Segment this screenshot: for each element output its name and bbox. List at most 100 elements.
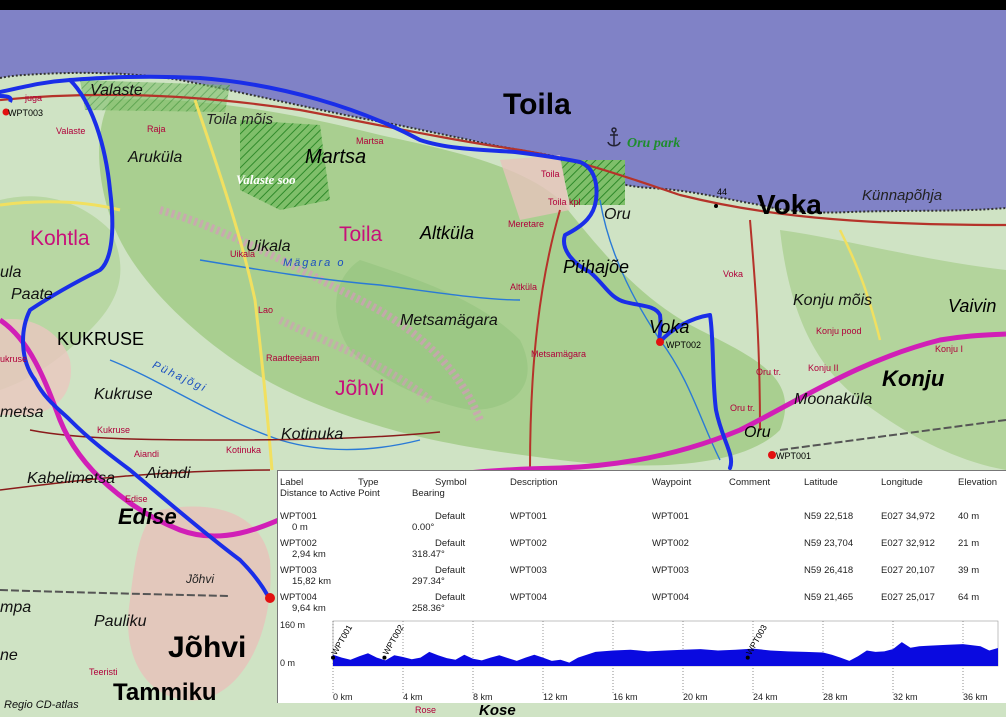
- cell-longitude: E027 20,107: [881, 565, 935, 576]
- waypoint-marker-wpt001: [768, 451, 776, 459]
- map-label-martsa-small: Martsa: [356, 136, 384, 146]
- point-marker: [714, 204, 718, 208]
- map-label-ahtme: ne: [0, 647, 18, 664]
- profile-y-label-top: 160 m: [280, 620, 305, 630]
- map-label-puhajoe: Pühajõe: [563, 257, 630, 277]
- cell-latitude: N59 23,704: [804, 538, 854, 549]
- cell-label: WPT002: [280, 538, 317, 549]
- col-header-latitude[interactable]: Latitude: [804, 477, 838, 488]
- cell-waypoint: WPT002: [652, 538, 689, 549]
- map-label-wpt001: WPT001: [776, 451, 812, 461]
- col-header-description[interactable]: Description: [510, 477, 558, 488]
- profile-x-tick-label: 16 km: [613, 692, 638, 702]
- map-label-konju-ii: Konju II: [808, 363, 839, 373]
- map-label-konju-i: Konju I: [935, 344, 964, 354]
- map-label-oru-south: Oru: [744, 424, 771, 441]
- map-label-paate: Paate: [11, 286, 53, 303]
- cell-longitude: E027 34,972: [881, 511, 935, 522]
- cell-label: WPT001: [280, 511, 317, 522]
- cell-waypoint: WPT003: [652, 565, 689, 576]
- window-top-bar: [0, 0, 1006, 10]
- map-label-kotinuka: Kotinuka: [281, 426, 344, 443]
- map-label-kukruse-small-2: Kukruse: [97, 425, 131, 435]
- map-label-toila-small: Toila: [541, 169, 560, 179]
- map-label-mpa: mpa: [0, 599, 32, 616]
- map-label-altkula-small: Altküla: [510, 282, 538, 292]
- col-header-type[interactable]: Type: [358, 477, 379, 488]
- map-label-aiandi: Aiandi: [146, 465, 191, 482]
- cell-elevation: 40 m: [958, 511, 980, 522]
- col-header-longitude[interactable]: Longitude: [881, 477, 923, 488]
- map-label-oru: Oru: [604, 206, 631, 223]
- map-label-tammiku: Tammiku: [113, 679, 217, 706]
- map-label-kunnapohja: Künnapõhja: [862, 187, 943, 204]
- profile-x-tick-label: 32 km: [893, 692, 918, 702]
- cell-elevation: 21 m: [958, 538, 980, 549]
- map-label-juga: juga: [25, 93, 43, 103]
- profile-x-tick-label: 8 km: [473, 692, 493, 702]
- cell-latitude: N59 22,518: [804, 511, 854, 522]
- col-header-distance[interactable]: Distance to Active Point: [280, 488, 380, 499]
- cell-bearing: 0.00°: [412, 522, 435, 533]
- cell-description: WPT002: [510, 538, 547, 549]
- cell-distance: 0 m: [292, 522, 308, 533]
- map-label-vaivina: Vaivin: [948, 296, 997, 316]
- col-header-bearing[interactable]: Bearing: [412, 488, 445, 499]
- col-header-comment[interactable]: Comment: [729, 477, 770, 488]
- map-label-oru-tr2: Oru tr.: [730, 403, 756, 413]
- map-label-metsamagara: Metsamägara: [400, 312, 498, 329]
- map-label-elev-44: 44: [717, 187, 728, 197]
- col-header-elevation[interactable]: Elevation: [958, 477, 997, 488]
- cell-description: WPT004: [510, 592, 547, 603]
- map-label-johvi: Jõhvi: [168, 631, 247, 664]
- map-label-raja: Raja: [147, 124, 166, 134]
- map-label-oru-tr1: Oru tr.: [756, 367, 782, 377]
- map-label-konju-mois: Konju mõis: [793, 292, 873, 309]
- map-label-moonakula: Moonaküla: [794, 391, 873, 408]
- map-label-ula: ula: [0, 264, 22, 281]
- cell-elevation: 64 m: [958, 592, 980, 603]
- cell-bearing: 297.34°: [412, 576, 445, 587]
- profile-y-label-bottom: 0 m: [280, 658, 295, 668]
- cell-symbol: Default: [435, 511, 466, 522]
- map-label-teeristi: Teeristi: [89, 667, 118, 677]
- cell-longitude: E027 32,912: [881, 538, 935, 549]
- waypoint-panel[interactable]: Label Type Symbol Description Waypoint C…: [277, 470, 1006, 703]
- map-label-johvi-station: Jõhvi: [186, 572, 215, 586]
- map-label-magara-river: Mägara o: [283, 257, 346, 269]
- col-header-label[interactable]: Label: [280, 477, 303, 488]
- map-label-arukula: Aruküla: [128, 149, 183, 166]
- map-label-kukruse: Kukruse: [94, 386, 153, 403]
- map-label-voka-small: Voka: [723, 269, 744, 279]
- map-label-valaste-soo: Valaste soo: [236, 172, 296, 187]
- map-label-raadteejaam: Raadteejaam: [266, 353, 320, 363]
- cell-symbol: Default: [435, 538, 466, 549]
- profile-x-tick-label: 20 km: [683, 692, 708, 702]
- map-label-voka-river: Voka: [649, 317, 690, 337]
- cell-distance: 9,64 km: [292, 603, 326, 614]
- map-label-lao: Lao: [258, 305, 274, 315]
- profile-x-tick-label: 12 km: [543, 692, 568, 702]
- profile-waypoint-dot: [331, 655, 335, 660]
- cell-longitude: E027 25,017: [881, 592, 935, 603]
- cell-elevation: 39 m: [958, 565, 980, 576]
- map-label-edise: Edise: [118, 504, 177, 529]
- map-label-konju: Konju: [882, 366, 945, 391]
- cell-symbol: Default: [435, 565, 466, 576]
- map-label-rose: Rose: [415, 705, 437, 715]
- map-label-johvi-region: Jõhvi: [335, 377, 385, 400]
- profile-x-tick-label: 36 km: [963, 692, 988, 702]
- col-header-symbol[interactable]: Symbol: [435, 477, 467, 488]
- profile-x-tick-label: 28 km: [823, 692, 848, 702]
- elevation-profile-chart: 160 m 0 m 0 km 4 km 8 km 12 km 16 km 20 km 24 km…: [280, 620, 999, 702]
- cell-description: WPT003: [510, 565, 547, 576]
- cell-bearing: 318.47°: [412, 549, 445, 560]
- map-label-toila-mois: Toila mõis: [206, 111, 273, 128]
- map-label-kose: Kose: [479, 702, 516, 717]
- map-label-kohtla: Kohtla: [30, 227, 90, 250]
- map-credit: Regio CD-atlas: [4, 699, 79, 711]
- col-header-waypoint[interactable]: Waypoint: [652, 477, 691, 488]
- cell-waypoint: WPT004: [652, 592, 689, 603]
- map-label-toila-kpl: Toila kpl: [548, 197, 581, 207]
- cell-bearing: 258.36°: [412, 603, 445, 614]
